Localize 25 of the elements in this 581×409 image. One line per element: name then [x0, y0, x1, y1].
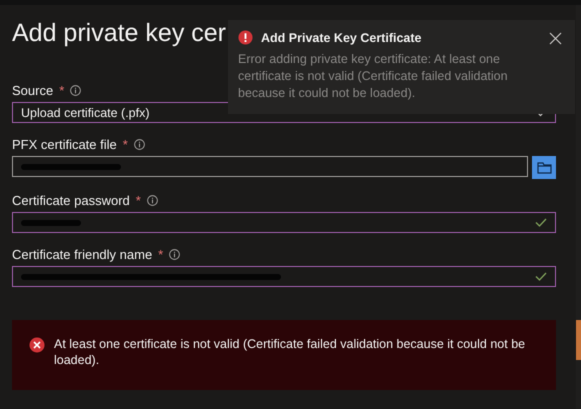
- error-icon: [29, 337, 45, 353]
- page-title: Add private key cer: [12, 18, 226, 49]
- scrollbar[interactable]: [576, 5, 581, 409]
- info-icon[interactable]: [134, 138, 145, 150]
- required-asterisk: *: [122, 136, 128, 152]
- toast-message: Error adding private key certificate: At least one certificate is not valid (Certificate failed validation because it could not be loaded).: [238, 51, 509, 102]
- toast-title: Add Private Key Certificate: [261, 30, 422, 44]
- error-message: At least one certificate is not valid (Certificate failed validation because it could not be loaded).: [54, 336, 526, 368]
- info-icon[interactable]: [146, 194, 158, 206]
- input-field[interactable]: [12, 212, 556, 233]
- info-icon[interactable]: [169, 248, 180, 260]
- info-icon[interactable]: [70, 84, 82, 96]
- required-asterisk: *: [136, 192, 141, 208]
- browse-button[interactable]: [532, 156, 556, 179]
- error-icon: [238, 30, 253, 45]
- input-field[interactable]: [12, 266, 556, 287]
- field-label: Certificate password: [12, 192, 130, 208]
- field-label: Certificate friendly name: [12, 246, 152, 262]
- scrollbar-thumb[interactable]: [576, 320, 581, 360]
- file-field[interactable]: [12, 156, 528, 177]
- required-asterisk: *: [158, 246, 164, 262]
- field-label: Source: [12, 82, 54, 98]
- required-asterisk: *: [59, 82, 64, 98]
- folder-icon: [536, 162, 552, 174]
- field-label: PFX certificate file: [12, 136, 117, 152]
